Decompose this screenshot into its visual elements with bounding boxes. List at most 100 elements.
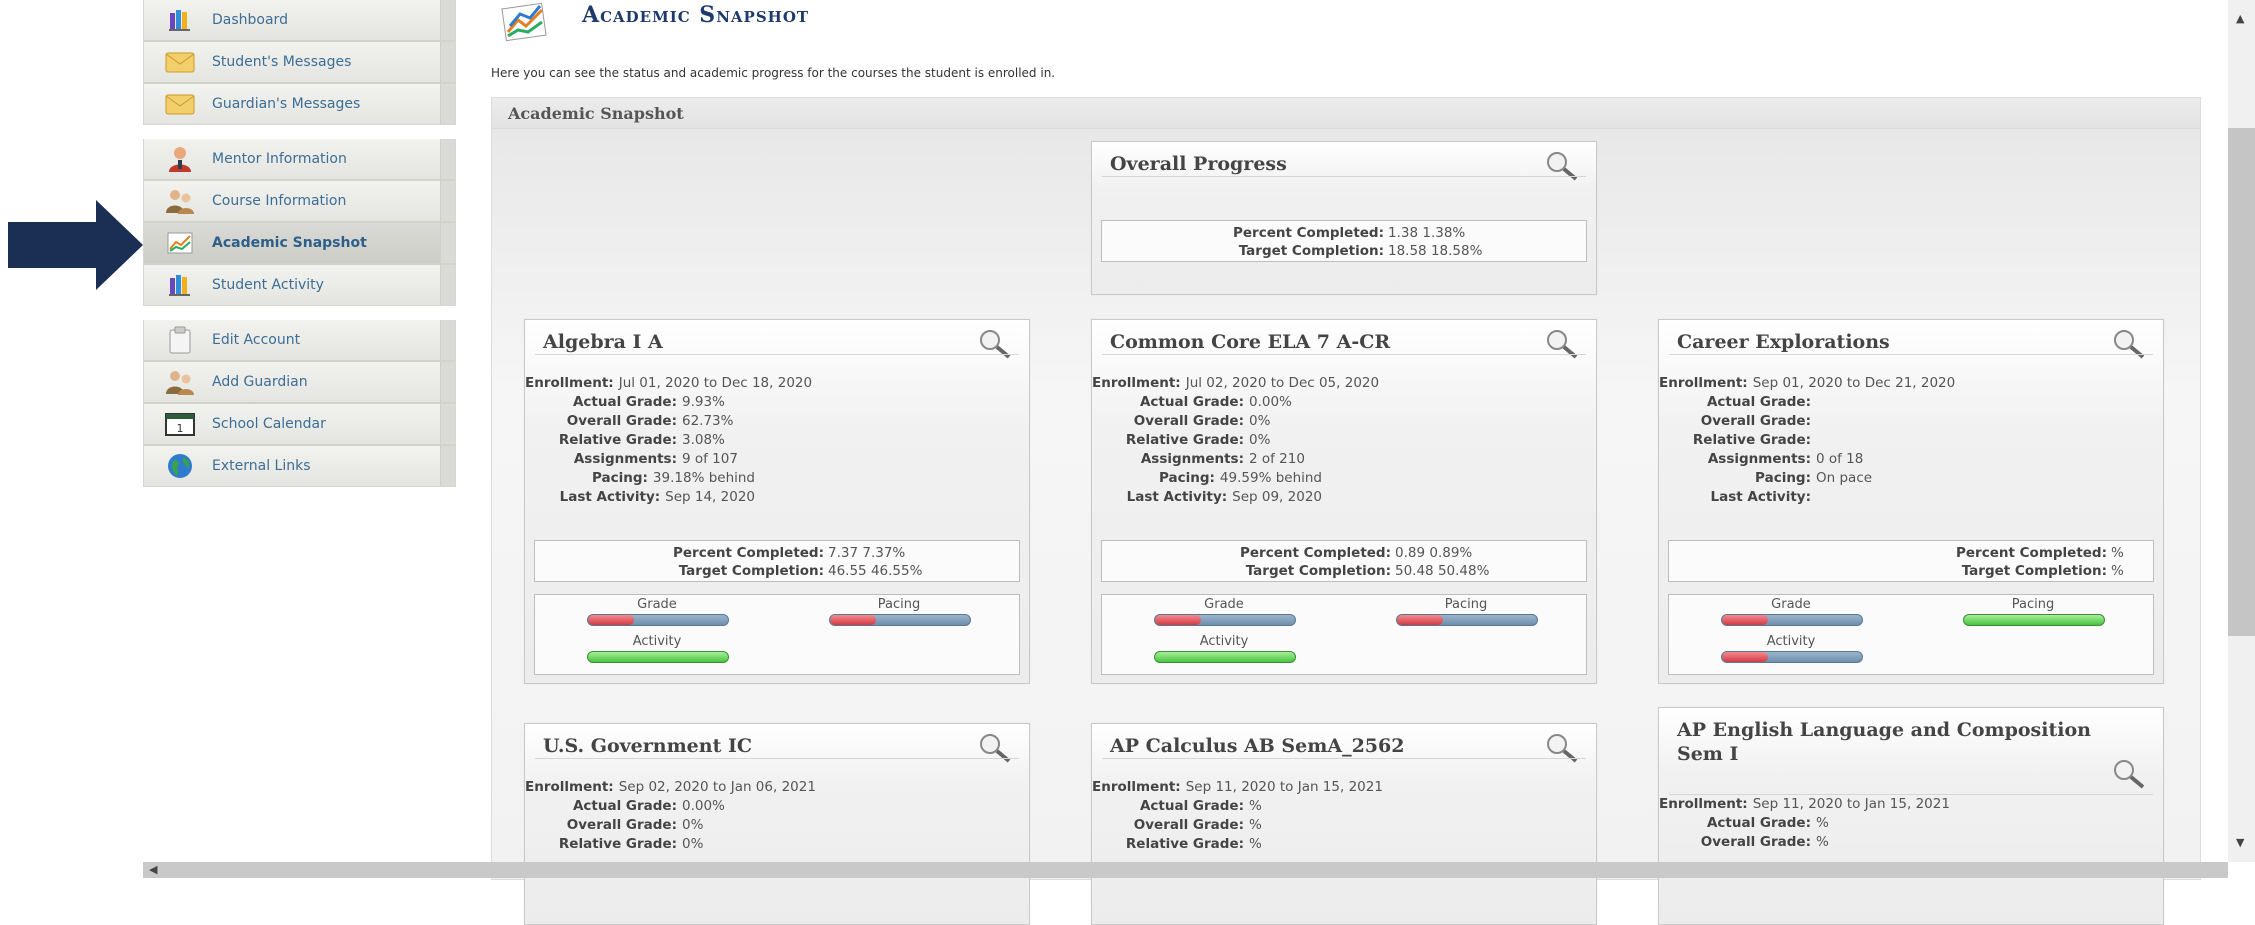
relative-grade-value: 0% [1249,432,1271,448]
sidebar-item-guardians-messages[interactable]: Guardian's Messages [144,84,455,124]
actual-grade-value: 0.00% [682,798,725,814]
overall-progress-box: Percent Completed: 1.38 1.38% Target Com… [1101,220,1587,262]
sidebar-item-course-information[interactable]: Course Information [144,181,455,223]
scroll-down-icon[interactable]: ▼ [2236,836,2244,849]
percent-completed-label: Percent Completed: [1233,225,1384,241]
scroll-left-icon[interactable]: ◀ [149,862,157,878]
enrollment-value: Jul 01, 2020 to Dec 18, 2020 [618,375,813,391]
target-completion-label: Target Completion: [678,563,824,579]
assignments-label: Assignments: [1707,451,1811,467]
actual-grade-value: 9.93% [682,394,725,410]
target-completion-value: 18.58 18.58% [1388,243,1483,259]
pacing-meter-label: Pacing [1444,597,1488,612]
sidebar-item-school-calendar[interactable]: 1 School Calendar [144,404,455,446]
page-intro-text: Here you can see the status and academic… [491,66,1056,80]
overall-grade-label: Overall Grade: [1133,817,1244,833]
relative-grade-value: % [1249,836,1262,852]
overall-grade-value: 62.73% [682,413,734,429]
academic-snapshot-panel: Academic Snapshot Overall Progress Perce… [491,97,2201,925]
panel-title: Academic Snapshot [508,104,684,123]
target-completion-label: Target Completion: [1961,563,2107,579]
sidebar-item-label: Edit Account [212,332,301,348]
magnifier-icon[interactable] [2109,756,2147,790]
relative-grade-label: Relative Grade: [558,432,677,448]
pacing-value: 49.59% behind [1219,470,1322,486]
target-completion-value: 46.55 46.55% [828,563,923,579]
card-title: Overall Progress [1110,153,1287,175]
course-card: AP English Language and Composition Sem … [1658,707,2164,925]
assignments-value: 0 of 18 [1816,451,1864,467]
sidebar-item-dashboard[interactable]: Dashboard [144,0,455,42]
vertical-scrollbar[interactable]: ▲ ▼ [2228,0,2255,862]
course-title: Career Explorations [1677,331,1890,353]
pointer-arrow-icon [8,200,143,290]
enrollment-label: Enrollment: [1659,796,1748,812]
enrollment-label: Enrollment: [525,375,614,391]
percent-completed-label: Percent Completed: [1240,545,1391,561]
pacing-meter [1963,614,2105,626]
activity-meter [587,651,729,663]
course-title: Common Core ELA 7 A-CR [1110,331,1391,353]
sidebar-group-academics: Mentor Information Course Information Ac… [143,139,456,306]
relative-grade-label: Relative Grade: [1125,432,1244,448]
actual-grade-value: % [1249,798,1262,814]
course-card: Common Core ELA 7 A-CR Enrollment: Jul 02… [1091,319,1597,684]
last-activity-label: Last Activity: [559,489,661,505]
sidebar-item-external-links[interactable]: External Links [144,446,455,486]
pacing-value: On pace [1816,470,1873,486]
course-details: Enrollment: Sep 11, 2020 to Jan 15, 2021 … [1659,795,1950,852]
percent-completed-label: Percent Completed: [1956,545,2107,561]
relative-grade-label: Relative Grade: [1125,836,1244,852]
sidebar-item-add-guardian[interactable]: Add Guardian [144,362,455,404]
course-meters: Grade Pacing Activity [534,594,1020,675]
percent-completed-value: % [2111,545,2124,561]
vertical-scroll-thumb[interactable] [2228,128,2255,636]
pacing-meter-label: Pacing [877,597,921,612]
sidebar-item-label: Academic Snapshot [212,235,367,251]
horizontal-scrollbar[interactable]: ◀ [143,862,2228,878]
target-completion-label: Target Completion: [1238,243,1384,259]
course-progress-box: Percent Completed: % Target Completion: … [1668,540,2154,582]
overall-grade-label: Overall Grade: [1700,834,1811,850]
grade-meter [1154,614,1296,626]
actual-grade-value: % [1816,815,1829,831]
last-activity-label: Last Activity: [1710,489,1811,505]
last-activity-label: Last Activity: [1126,489,1228,505]
sidebar-item-mentor-information[interactable]: Mentor Information [144,139,455,181]
enrollment-label: Enrollment: [1659,375,1748,391]
pacing-label: Pacing: [1755,470,1811,486]
pacing-value: 39.18% behind [652,470,755,486]
enrollment-value: Sep 11, 2020 to Jan 15, 2021 [1752,796,1950,812]
sidebar-item-label: Student Activity [212,277,324,293]
overall-grade-value: 0% [682,817,704,833]
target-completion-value: % [2111,563,2124,579]
overall-grade-value: % [1816,834,1829,850]
percent-completed-label: Percent Completed: [673,545,824,561]
overall-grade-label: Overall Grade: [1133,413,1244,429]
calendar-icon: 1 [164,409,196,439]
actual-grade-label: Actual Grade: [1139,394,1244,410]
sidebar-item-edit-account[interactable]: Edit Account [144,320,455,362]
relative-grade-label: Relative Grade: [1692,432,1811,448]
scroll-up-icon[interactable]: ▲ [2236,12,2244,25]
grade-meter-label: Grade [637,597,677,612]
relative-grade-value: 0% [682,836,704,852]
enrollment-label: Enrollment: [525,779,614,795]
activity-meter-label: Activity [1199,634,1249,649]
sidebar-item-label: Student's Messages [212,54,352,70]
overall-grade-label: Overall Grade: [566,817,677,833]
pacing-meter [1396,614,1538,626]
assignments-value: 2 of 210 [1249,451,1305,467]
panel-body: Overall Progress Percent Completed: 1.38… [492,129,2200,925]
sidebar-item-academic-snapshot[interactable]: Academic Snapshot [144,223,455,265]
activity-meter-label: Activity [632,634,682,649]
sidebar-group-account: Edit Account Add Guardian 1 School Calen… [143,320,456,487]
course-card: Algebra I A Enrollment: Jul 01, 2020 to D… [524,319,1030,684]
sidebar-item-student-activity[interactable]: Student Activity [144,265,455,305]
course-title: AP English Language and Composition Sem … [1677,719,2091,765]
activity-meter [1154,651,1296,663]
enrollment-value: Sep 02, 2020 to Jan 06, 2021 [618,779,816,795]
page-title: Academic Snapshot [582,2,810,28]
sidebar-item-label: External Links [212,458,311,474]
sidebar-item-students-messages[interactable]: Student's Messages [144,42,455,84]
